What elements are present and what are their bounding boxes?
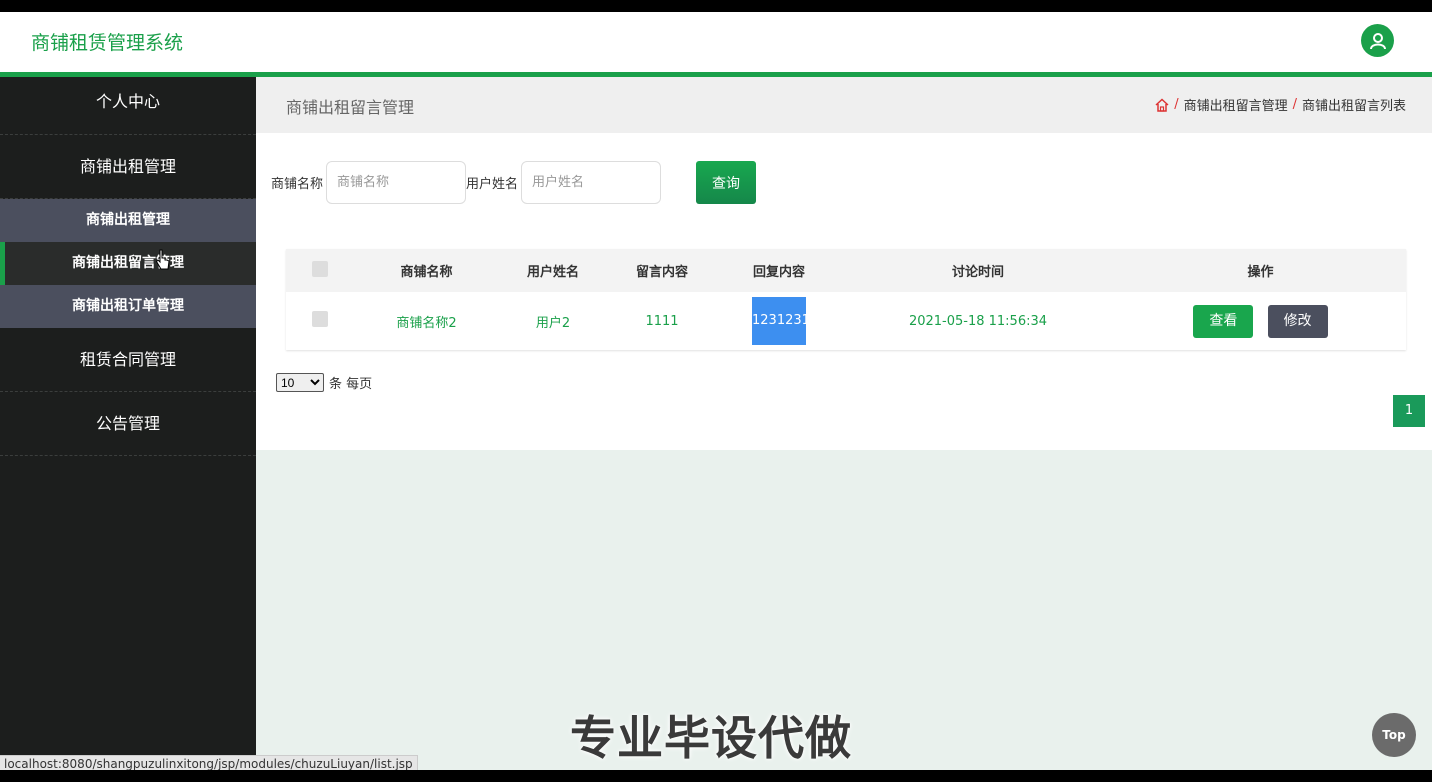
status-bar-url: localhost:8080/shangpuzulinxitong/jsp/mo…	[0, 755, 418, 770]
cell-reply: 1231231	[717, 292, 841, 350]
back-to-top-button[interactable]: Top	[1372, 713, 1416, 757]
user-icon	[1369, 32, 1386, 49]
table-header-row: 商铺名称 用户姓名 留言内容 回复内容 讨论时间 操作	[286, 249, 1406, 292]
select-all-checkbox[interactable]	[312, 260, 328, 277]
breadcrumb-separator: /	[1174, 97, 1179, 112]
view-button[interactable]: 查看	[1193, 304, 1254, 338]
cell-time: 2021-05-18 11:56:34	[908, 313, 1048, 329]
sidebar-group-profile[interactable]: 个人中心	[0, 77, 256, 135]
page-size-suffix: 条 每页	[329, 377, 373, 392]
main-area: 商铺出租留言管理 / 商铺出租留言管理 / 商铺出租留言列表 商铺名称 用户姓名…	[256, 77, 1432, 450]
column-header-reply: 回复内容	[717, 249, 841, 292]
cell-shop: 商铺名称2	[396, 315, 457, 331]
edit-button[interactable]: 修改	[1267, 304, 1328, 338]
sidebar-group-announcements[interactable]: 公告管理	[0, 392, 256, 456]
pagination-page-1[interactable]: 1	[1393, 395, 1425, 427]
reply-text-selected: 1231231	[752, 297, 810, 345]
shop-name-label: 商铺名称	[271, 177, 324, 192]
brand-title: 商铺租赁管理系统	[31, 32, 184, 54]
sidebar-item-rental-messages[interactable]: 商铺出租留言管理	[0, 242, 256, 285]
page-size-select[interactable]: 10	[276, 373, 324, 392]
table-row: 商铺名称2 用户2 1111 1231231 2021-05-18 11:56:…	[286, 292, 1406, 350]
top-bar: 商铺租赁管理系统	[0, 12, 1432, 72]
cell-actions: 查看 修改	[1115, 292, 1406, 350]
sidebar-item-rental-orders[interactable]: 商铺出租订单管理	[0, 285, 256, 328]
user-avatar-button[interactable]	[1361, 24, 1394, 57]
breadcrumb: / 商铺出租留言管理 / 商铺出租留言列表	[1155, 95, 1406, 114]
sidebar-group-lease-contracts[interactable]: 租赁合同管理	[0, 328, 256, 392]
page-title: 商铺出租留言管理	[286, 98, 415, 117]
column-header-message: 留言内容	[607, 249, 717, 292]
user-name-label: 用户姓名	[466, 177, 519, 192]
cell-user: 用户2	[535, 315, 571, 331]
search-form: 商铺名称 用户姓名 查询	[271, 161, 757, 204]
sidebar: 个人中心 商铺出租管理 商铺出租管理 商铺出租留言管理 商铺出租订单管理 租赁合…	[0, 77, 256, 770]
sidebar-group-shop-rental[interactable]: 商铺出租管理	[0, 135, 256, 199]
app-window: 商铺租赁管理系统 个人中心 商铺出租管理 商铺出租管理 商铺出租留言管理 商铺出…	[0, 12, 1432, 770]
column-header-actions: 操作	[1115, 249, 1406, 292]
column-header-user: 用户姓名	[499, 249, 607, 292]
search-button[interactable]: 查询	[696, 161, 757, 204]
breadcrumb-bar: 商铺出租留言管理 / 商铺出租留言管理 / 商铺出租留言列表	[256, 77, 1432, 133]
column-header-time: 讨论时间	[841, 249, 1115, 292]
row-checkbox[interactable]	[312, 311, 328, 327]
page-size-control: 10 条 每页	[276, 373, 372, 392]
cell-message: 1111	[645, 313, 679, 329]
column-header-shop: 商铺名称	[354, 249, 499, 292]
user-name-input[interactable]	[521, 161, 662, 204]
shop-name-input[interactable]	[326, 161, 467, 204]
sidebar-item-shop-rental[interactable]: 商铺出租管理	[0, 199, 256, 242]
row-select-cell	[286, 292, 354, 350]
content-panel: 商铺名称 用户姓名 查询 商铺名称 用户姓名 留言内容 回复内容	[256, 133, 1432, 450]
home-icon[interactable]	[1155, 97, 1169, 112]
messages-table: 商铺名称 用户姓名 留言内容 回复内容 讨论时间 操作 商铺名称2 用户2 11…	[286, 249, 1406, 350]
breadcrumb-separator: /	[1292, 97, 1297, 112]
mouse-cursor-icon	[155, 249, 170, 270]
breadcrumb-item-message-management[interactable]: 商铺出租留言管理	[1184, 95, 1288, 114]
breadcrumb-item-message-list: 商铺出租留言列表	[1301, 99, 1406, 114]
watermark-text: 专业毕设代做	[570, 711, 852, 765]
select-all-cell	[286, 249, 354, 292]
